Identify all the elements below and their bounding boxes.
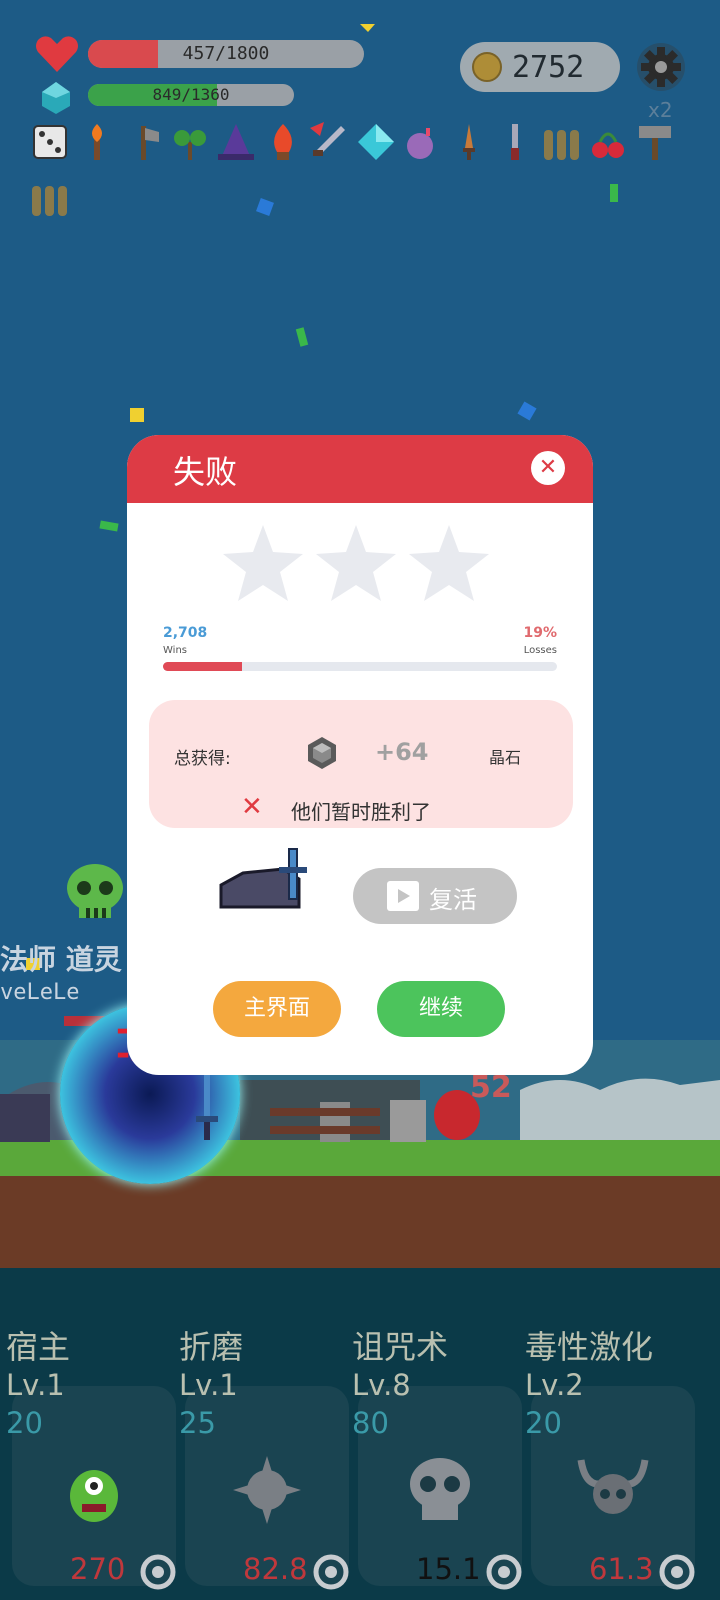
reward-panel: 总获得: +64 晶石 ✕ 他们暂时胜利了: [149, 700, 573, 828]
star-icon: [409, 525, 489, 601]
star-rating: [223, 525, 503, 607]
continue-button[interactable]: 继续: [377, 981, 505, 1037]
win-loss-progress-fill: [163, 662, 242, 671]
fallen-hero-icon: [213, 845, 323, 915]
reward-value: +64: [375, 738, 429, 766]
defeat-x-icon: ✕: [241, 792, 263, 822]
star-icon: [316, 525, 396, 601]
revive-button[interactable]: 复活: [353, 868, 517, 924]
close-icon: ✕: [538, 455, 558, 480]
losses-label: Losses: [523, 645, 557, 656]
main-menu-button[interactable]: 主界面: [213, 981, 341, 1037]
result-message: 他们暂时胜利了: [291, 800, 431, 824]
losses-value: 19%: [523, 625, 557, 641]
wins-value: 2,708: [163, 625, 208, 641]
reward-label: 总获得:: [174, 749, 231, 769]
dialog-header: 失败 ✕: [127, 435, 593, 503]
revive-label: 复活: [429, 886, 477, 914]
video-ad-icon: [387, 881, 419, 911]
reward-unit: 晶石: [489, 748, 522, 767]
gem-icon: [305, 736, 339, 770]
dialog-title: 失败: [173, 453, 238, 491]
star-icon: [223, 525, 303, 601]
wins-label: Wins: [163, 645, 187, 656]
win-loss-progress: [163, 662, 557, 671]
defeat-dialog: 失败 ✕ 2,708 19% Wins Losses 总获得: +64 晶石 ✕…: [127, 435, 593, 1075]
close-button[interactable]: ✕: [531, 451, 565, 485]
